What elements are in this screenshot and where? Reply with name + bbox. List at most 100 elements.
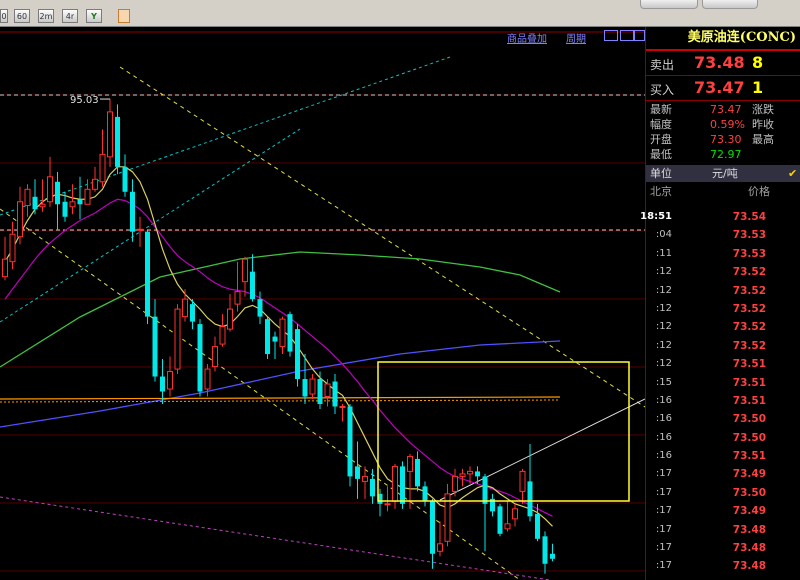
toolbar: 0 60 2m 4r Y [0,0,800,27]
candle-body [47,176,53,203]
tick-row: :12 73.52 [646,318,800,336]
candle-body [84,188,91,205]
tick-row: :12 73.52 [646,263,800,281]
stats-block: 最新 73.47 涨跌 幅度 0.59% 昨收 开盘 73.30 最高 最低 7… [646,101,800,165]
tick-price: 73.48 [732,523,766,536]
toolbar-button-2m[interactable]: 2m [38,9,54,23]
channel-line-bottom [0,208,521,580]
tick-row: :16 73.50 [646,429,800,447]
candle-body [535,513,540,539]
horizontal-orange-line [0,396,561,400]
candle-body [99,153,106,183]
zoom-out-icon[interactable] [604,30,618,41]
top-right-button-1[interactable] [640,0,698,9]
candle-body [39,203,46,208]
change-label: 涨跌 [752,103,774,116]
latest-label: 最新 [650,103,672,116]
candle-body [77,199,83,205]
candle-body [234,291,241,305]
tick-row: :17 73.50 [646,484,800,502]
candle-body [467,470,473,475]
tick-price: 73.52 [732,266,766,279]
tick-time: :12 [655,302,672,314]
candle-body [174,308,181,370]
tick-time: :12 [655,284,672,296]
tick-price: 73.53 [732,247,766,260]
tick-price: 73.49 [732,505,766,518]
kline-chart[interactable]: 95.03 [0,27,645,580]
tick-time: :16 [655,413,672,425]
candle-body [182,298,188,318]
tick-time: :17 [655,523,672,535]
calendar-icon[interactable] [118,9,130,23]
tick-time: :12 [655,321,672,333]
quote-panel: 美原油连(CONC) 卖出 73.48 8 买入 73.47 1 最新 73.4… [640,27,800,580]
toolbar-button-60[interactable]: 60 [14,9,30,23]
low-value: 72.97 [710,148,742,161]
tick-price: 73.50 [732,413,766,426]
candle-body [2,258,8,278]
candle-body [324,383,331,398]
candle-body [542,536,548,564]
candle-body [504,523,511,530]
tick-price: 73.52 [732,284,766,297]
sell-volume: 8 [752,53,764,72]
check-icon: ✔ [788,167,798,180]
open-label: 开盘 [650,133,672,146]
candle-body [302,379,308,397]
period-link[interactable]: 周期 [566,30,586,45]
tick-price: 73.49 [732,468,766,481]
candle-body [452,475,458,492]
candle-body [69,201,76,208]
tick-time: :15 [655,376,672,388]
zoom-in-icon[interactable] [620,30,634,41]
toolbar-button-4r[interactable]: 4r [62,9,78,23]
tick-list: 18:51 73.54:04 73.53:11 73.53:12 73.52:12 73.… [640,208,800,576]
candle-body [204,368,211,390]
tick-price: 73.51 [732,358,766,371]
overlay-link[interactable]: 商品叠加 [507,30,547,45]
candle-body [122,166,128,192]
tick-row: :17 73.49 [646,465,800,483]
restore-icon[interactable] [634,30,645,41]
candle-body [55,181,60,205]
candle-body [497,506,503,534]
tick-header: 单位 元/吨 ✔ 北京 价格 [646,165,800,198]
candle-body [550,553,555,559]
candle-body [62,201,68,217]
toolbar-button-0[interactable]: 0 [0,9,8,23]
candle-body [250,271,255,300]
tick-row: :12 73.52 [646,300,800,318]
latest-value: 73.47 [710,103,742,116]
tick-price: 73.52 [732,321,766,334]
candle-body [32,196,38,210]
top-right-button-2[interactable] [702,0,758,9]
candle-body [332,381,338,407]
tick-row: :16 73.50 [646,410,800,428]
candle-body [527,481,533,517]
unit-bar: 单位 元/吨 ✔ [646,165,800,182]
chart-area[interactable]: 95.03 商品叠加 周期 [0,27,646,580]
candle-body [512,508,518,520]
candle-body [519,470,526,492]
tick-time: :12 [655,339,672,351]
candle-body [475,471,480,477]
candle-body [227,308,233,330]
candle-body [190,304,195,322]
candle-body [115,116,120,167]
ma-long-blue [0,340,561,428]
candle-body [407,455,413,472]
candle-body [242,258,248,283]
tick-row: :12 73.52 [646,282,800,300]
candle-body [152,316,158,377]
tick-time: :17 [655,505,672,517]
buy-volume: 1 [752,78,764,97]
instrument-title: 美原油连(CONC) [646,27,800,51]
tick-price: 73.48 [732,542,766,555]
buy-label: 买入 [650,83,675,97]
tick-price: 73.50 [732,431,766,444]
tick-row: :17 73.48 [646,521,800,539]
candle-body [287,314,293,352]
candle-body [392,465,398,502]
toolbar-button-y[interactable]: Y [86,9,102,23]
